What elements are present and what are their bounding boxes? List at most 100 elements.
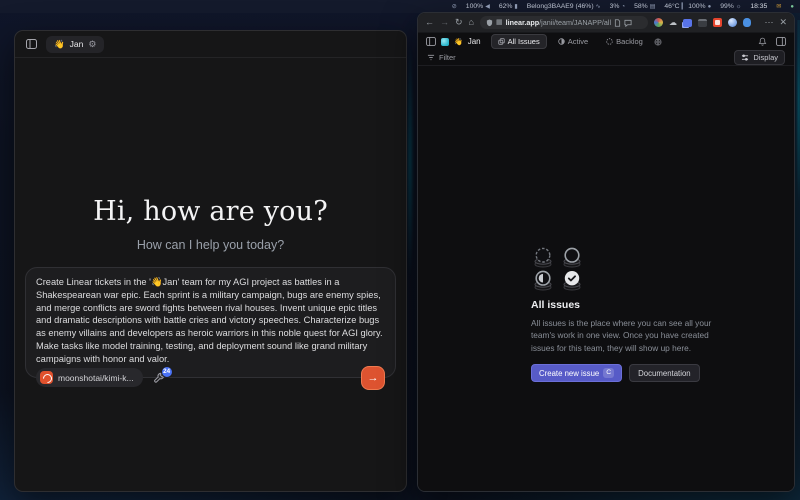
view-tabs: All Issues Active Backlog: [491, 34, 662, 49]
red-extension-icon[interactable]: [713, 18, 722, 27]
browser-window: ← → ↻ ⌂ ▦ linear.app/janii/team/JANAPP/a…: [417, 12, 795, 492]
status-cpu[interactable]: 3%◔: [610, 3, 625, 10]
jan-app-window: 👋 Jan ⚙ Hi, how are you? How can I help …: [14, 30, 407, 492]
notifications-bell-icon[interactable]: [758, 37, 767, 46]
volume-icon: ◀: [485, 3, 490, 10]
cpu-icon: ◔: [621, 4, 625, 10]
linear-sidebar-toggle-icon[interactable]: [426, 37, 436, 46]
filter-funnel-icon: [427, 54, 435, 61]
team-name: Jan: [468, 37, 481, 46]
chat-composer[interactable]: Create Linear tickets in the '👋Jan' team…: [25, 267, 396, 378]
jan-titlebar: 👋 Jan ⚙: [15, 31, 406, 58]
status-mic[interactable]: 62%▮: [499, 3, 518, 10]
status-wifi[interactable]: Belong3BAAE9 (46%)∿: [527, 3, 601, 10]
empty-state-title: All issues: [531, 299, 727, 311]
mail-icon: ✉: [776, 3, 781, 10]
browser-toolbar: ← → ↻ ⌂ ▦ linear.app/janii/team/JANAPP/a…: [418, 13, 794, 33]
greeting-title: Hi, how are you?: [15, 196, 406, 227]
filter-row: Filter Display: [418, 50, 794, 66]
view-settings-icon[interactable]: [654, 38, 662, 46]
status-brightness[interactable]: 99%☼: [720, 3, 741, 10]
create-new-issue-button[interactable]: Create new issue C: [531, 364, 622, 382]
tab-all-issues[interactable]: All Issues: [491, 34, 547, 49]
mic-icon: ▮: [514, 3, 517, 10]
tab-active[interactable]: Active: [551, 34, 595, 49]
half-circle-icon: [558, 38, 565, 45]
greeting-subtitle: How can I help you today?: [15, 238, 406, 252]
screenshot-extension-icon[interactable]: [698, 19, 707, 27]
tab-backlog[interactable]: Backlog: [599, 34, 650, 49]
tools-count-badge: 24: [161, 366, 173, 378]
status-temperature[interactable]: 46°C▎100%●: [664, 3, 711, 10]
sidebar-toggle-icon[interactable]: [26, 39, 37, 49]
moonshot-logo-icon: [40, 371, 53, 384]
status-tray[interactable]: ●: [790, 4, 794, 10]
status-chip-grid: [531, 247, 727, 291]
linear-app: 👋 Jan All Issues Active: [418, 33, 794, 491]
empty-state-actions: Create new issue C Documentation: [531, 364, 727, 382]
display-sliders-icon: [741, 54, 749, 61]
copy-icon: [498, 38, 505, 45]
right-panel-icon[interactable]: [776, 37, 786, 46]
browser-overflow-icon[interactable]: ⋯: [764, 18, 773, 27]
done-status-icon: [560, 270, 584, 291]
tools-button[interactable]: 24: [153, 372, 165, 384]
in-progress-status-icon: [531, 270, 555, 291]
send-button[interactable]: →: [361, 366, 385, 390]
thermometer-icon: ▎: [682, 3, 687, 10]
browser-reload-icon[interactable]: ↻: [455, 18, 463, 27]
assistant-extension-icon[interactable]: [743, 18, 751, 27]
backlog-status-icon: [531, 247, 555, 268]
tray-icon: ●: [790, 4, 794, 10]
jan-main: Hi, how are you? How can I help you toda…: [15, 58, 406, 491]
memory-icon: ▤: [650, 3, 656, 10]
send-arrow-icon: →: [368, 372, 379, 384]
team-wave-emoji-icon: 👋: [454, 38, 463, 46]
thread-tab-label: Jan: [70, 39, 84, 49]
dashed-circle-icon: [606, 38, 613, 45]
greeting-block: Hi, how are you? How can I help you toda…: [15, 196, 406, 252]
browser-profile-icon[interactable]: [654, 18, 663, 27]
model-selector[interactable]: moonshotai/kimi-k...: [36, 368, 143, 387]
todo-status-icon: [560, 247, 584, 268]
dnd-icon: ⊘: [452, 3, 457, 10]
browser-home-icon[interactable]: ⌂: [469, 18, 474, 27]
desktop-glow: [406, 40, 414, 340]
display-button[interactable]: Display: [734, 50, 785, 65]
wave-emoji-icon: 👋: [54, 39, 65, 50]
linear-header: 👋 Jan All Issues Active: [418, 33, 794, 50]
wifi-icon: ∿: [596, 3, 601, 10]
thread-tab-jan[interactable]: 👋 Jan ⚙: [46, 36, 104, 53]
browser-forward-icon[interactable]: →: [440, 18, 449, 27]
model-selector-label: moonshotai/kimi-k...: [58, 373, 134, 383]
status-memory[interactable]: 58%▤: [634, 3, 655, 10]
address-bar[interactable]: ▦ linear.app/janii/team/JANAPP/all: [480, 16, 648, 29]
status-mail[interactable]: ✉: [776, 3, 781, 10]
composer-input-text[interactable]: Create Linear tickets in the '👋Jan' team…: [36, 276, 385, 366]
browser-back-icon[interactable]: ←: [425, 18, 434, 27]
composer-toolbar: moonshotai/kimi-k... 24 →: [36, 366, 385, 390]
gear-icon[interactable]: ⚙: [88, 39, 96, 50]
brightness-icon: ☼: [736, 4, 742, 10]
desktop: ⊘ 100%◀ 62%▮ Belong3BAAE9 (46%)∿ 3%◔ 58%…: [0, 0, 800, 500]
blue-extension-icon[interactable]: [683, 19, 692, 27]
workspace-logo-icon[interactable]: [441, 38, 449, 46]
linear-header-right: [758, 37, 786, 46]
empty-state-description: All issues is the place where you can se…: [531, 317, 727, 354]
status-dnd[interactable]: ⊘: [452, 3, 457, 10]
all-issues-empty-state: All issues All issues is the place where…: [531, 247, 727, 382]
cloud-extension-icon[interactable]: ☁: [669, 19, 677, 27]
shield-icon: [486, 19, 493, 27]
extension-box-icon: ▦: [496, 19, 503, 26]
disk-icon: ●: [708, 4, 712, 10]
bubble-icon[interactable]: [624, 19, 632, 27]
status-volume[interactable]: 100%◀: [466, 3, 490, 10]
documentation-button[interactable]: Documentation: [629, 364, 699, 382]
page-icon[interactable]: [614, 19, 621, 27]
filter-button[interactable]: Filter: [427, 53, 456, 62]
shortcut-key-badge: C: [603, 368, 614, 378]
sphere-extension-icon[interactable]: [728, 18, 737, 27]
url-text: linear.app/janii/team/JANAPP/all: [506, 18, 611, 27]
browser-close-icon[interactable]: ✕: [779, 18, 787, 27]
status-clock[interactable]: 18:35: [750, 3, 767, 10]
